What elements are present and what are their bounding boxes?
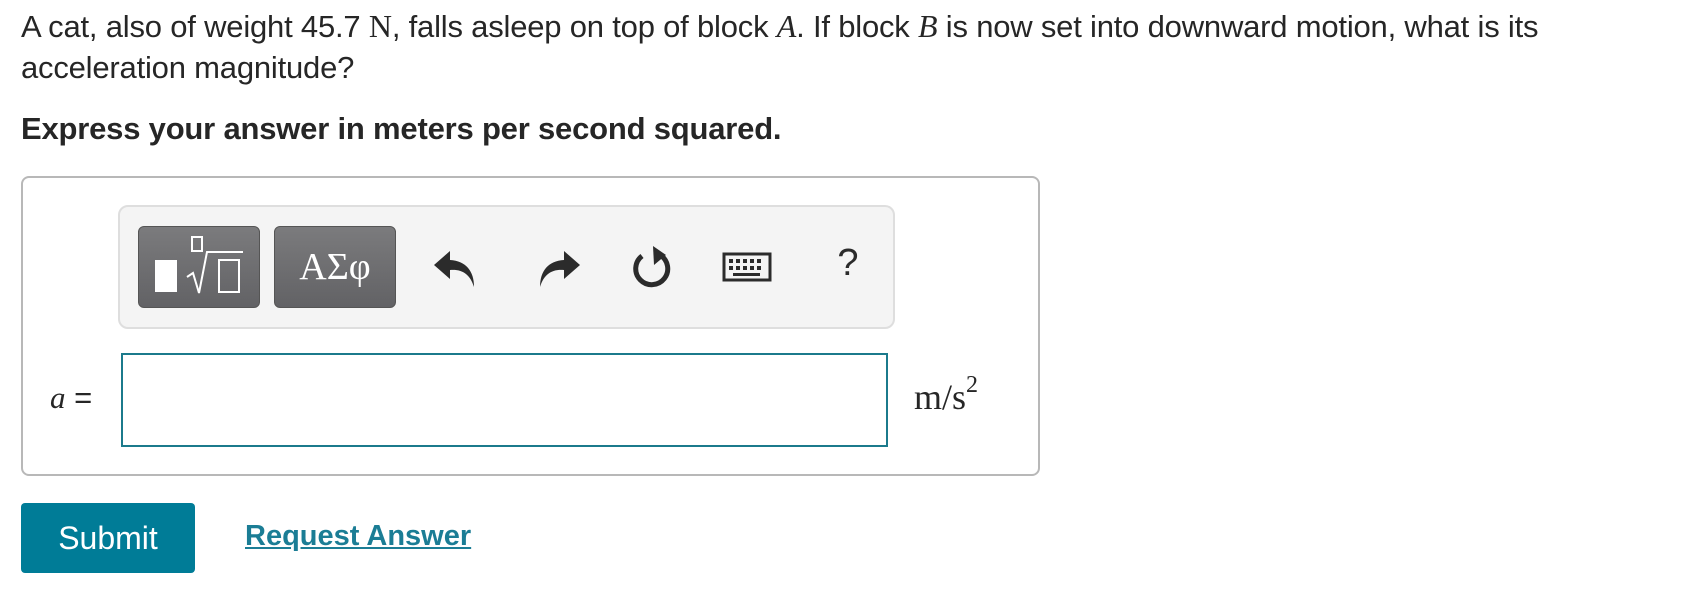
newton-unit: N: [368, 8, 392, 44]
equals-sign: =: [65, 380, 93, 415]
help-button[interactable]: ?: [818, 237, 878, 299]
unit-base: m/s: [914, 377, 967, 417]
answer-instruction: Express your answer in meters per second…: [21, 111, 782, 146]
answer-input[interactable]: [121, 353, 888, 447]
undo-icon: [434, 251, 474, 287]
question-part1: A cat, also of weight 45.7: [21, 9, 369, 44]
question-text: A cat, also of weight 45.7 N, falls asle…: [21, 6, 1671, 88]
reset-icon: [633, 246, 671, 288]
help-icon: ?: [837, 242, 859, 284]
question-part2: , falls asleep on top of block: [391, 9, 777, 44]
keyboard-button[interactable]: [718, 237, 778, 299]
templates-icon: [155, 236, 243, 294]
request-answer-link[interactable]: Request Answer: [245, 520, 471, 553]
redo-icon: [540, 251, 580, 287]
symbols-label: ΑΣφ: [299, 246, 371, 288]
templates-button[interactable]: [138, 226, 260, 308]
question-part3: . If block: [796, 9, 919, 44]
block-b-label: B: [918, 8, 938, 44]
reset-button[interactable]: [622, 237, 682, 299]
variable-label: a =: [50, 380, 92, 416]
symbols-button[interactable]: ΑΣφ: [274, 226, 396, 308]
variable-symbol: a: [50, 380, 66, 415]
unit-label: m/s2: [914, 372, 978, 418]
math-toolbar: ΑΣφ ?: [118, 205, 895, 329]
keyboard-icon: [722, 252, 772, 282]
block-a-label: A: [776, 8, 797, 44]
submit-button[interactable]: Submit: [21, 503, 195, 573]
undo-button[interactable]: [428, 237, 488, 299]
unit-exponent: 2: [966, 372, 979, 398]
redo-button[interactable]: [526, 237, 586, 299]
